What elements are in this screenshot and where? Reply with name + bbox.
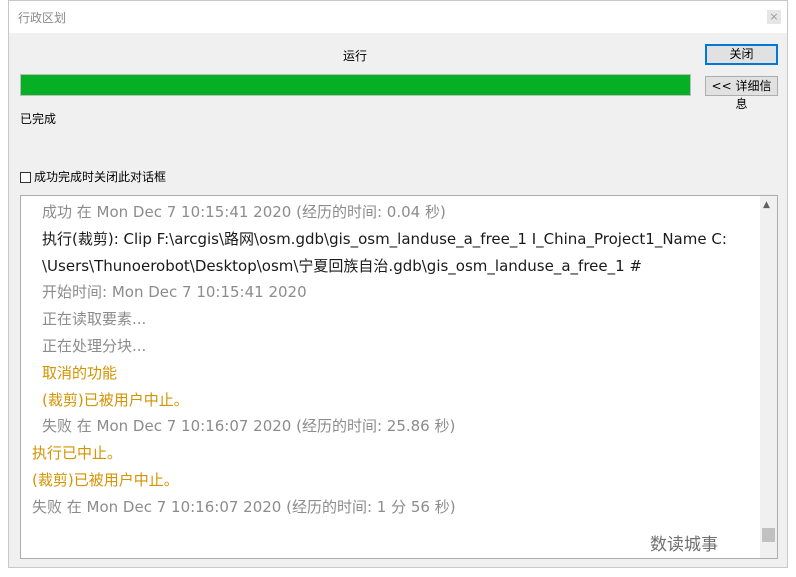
window-close-icon[interactable]: × bbox=[767, 10, 781, 24]
progress-bar-fill bbox=[21, 75, 690, 95]
window-title: 行政区划 bbox=[18, 11, 67, 25]
checkbox-box[interactable] bbox=[20, 172, 31, 183]
log-line: (裁剪)已被用户中止。 bbox=[32, 471, 179, 489]
progress-bar bbox=[20, 74, 691, 96]
scroll-up-arrow-icon[interactable]: ▲ bbox=[763, 200, 770, 210]
log-line: 执行已中止。 bbox=[32, 444, 123, 463]
log-line: 执行(裁剪): Clip F:\arcgis\路网\osm.gdb\gis_os… bbox=[42, 229, 727, 248]
log-line: 正在处理分块... bbox=[42, 337, 147, 355]
watermark-text: 数读城事 bbox=[650, 535, 718, 555]
log-line: (裁剪)已被用户中止。 bbox=[42, 390, 189, 409]
message-log: 成功 在 Mon Dec 7 10:15:41 2020 (经历的时间: 0.0… bbox=[20, 195, 778, 559]
message-log-lines: 成功 在 Mon Dec 7 10:15:41 2020 (经历的时间: 0.0… bbox=[21, 196, 760, 558]
geoprocessing-dialog: 行政区划 × 运行 关闭 << 详细信息 已完成 成功完成时关闭此对话框 成功 … bbox=[8, 0, 788, 568]
log-line: 成功 在 Mon Dec 7 10:15:41 2020 (经历的时间: 0.0… bbox=[42, 203, 446, 221]
log-scrollbar[interactable]: ▲ bbox=[760, 196, 777, 558]
details-toggle-button[interactable]: << 详细信息 bbox=[705, 76, 778, 111]
title-bar: 行政区划 × bbox=[9, 1, 787, 33]
status-completed-label: 已完成 bbox=[20, 112, 57, 126]
log-line: 正在读取要素... bbox=[42, 310, 147, 329]
status-running-label: 运行 bbox=[343, 49, 368, 63]
scrollbar-thumb[interactable] bbox=[762, 528, 775, 542]
log-line: 取消的功能 bbox=[42, 363, 118, 382]
close-button[interactable]: 关闭 bbox=[705, 44, 778, 65]
log-line: 开始时间: Mon Dec 7 10:15:41 2020 bbox=[42, 283, 307, 302]
log-line: 失败 在 Mon Dec 7 10:16:07 2020 (经历的时间: 25.… bbox=[42, 417, 456, 436]
log-line: 失败 在 Mon Dec 7 10:16:07 2020 (经历的时间: 1 分… bbox=[32, 497, 456, 516]
close-on-success-checkbox[interactable]: 成功完成时关闭此对话框 bbox=[20, 168, 166, 185]
log-line: \Users\Thunoerobot\Desktop\osm\宁夏回族自治.gd… bbox=[42, 256, 643, 275]
checkbox-label: 成功完成时关闭此对话框 bbox=[34, 170, 167, 184]
